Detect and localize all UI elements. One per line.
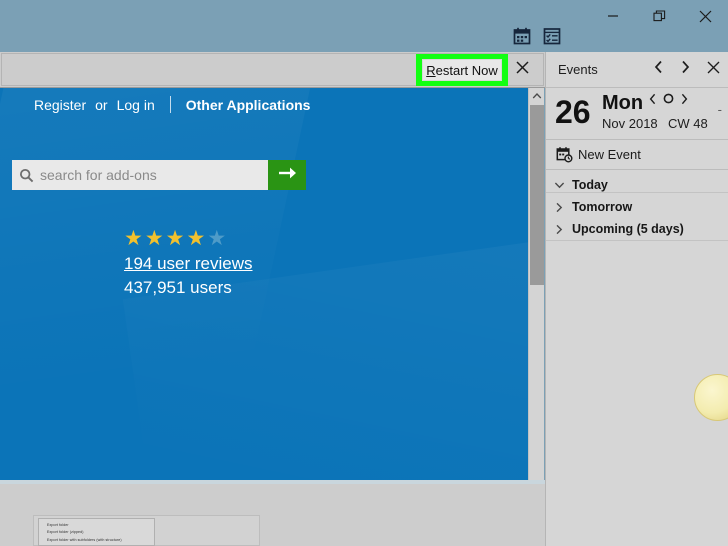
user-reviews-link[interactable]: 194 user reviews [124, 254, 253, 274]
notification-close-button[interactable] [510, 58, 534, 82]
events-header: Events [546, 52, 728, 88]
calendar-icon[interactable] [512, 26, 532, 46]
list-item[interactable]: Export folder (zipped) [47, 529, 152, 536]
chevron-right-icon [680, 60, 690, 79]
events-group-label: Tomorrow [572, 200, 632, 214]
users-count-label: 437,951 users [124, 278, 253, 298]
restart-now-label: estart Now [436, 63, 498, 78]
events-prev-button[interactable] [646, 54, 672, 86]
tasks-icon[interactable] [542, 26, 562, 46]
restore-icon [653, 10, 666, 23]
date-month-year: Nov 2018 [602, 116, 658, 131]
list-item[interactable]: Export folder [47, 522, 152, 529]
search-box[interactable] [12, 160, 268, 190]
register-link[interactable]: Register [34, 97, 86, 113]
new-event-label: New Event [578, 147, 641, 162]
addons-search [12, 160, 306, 190]
date-collapse-button[interactable]: - [718, 102, 722, 117]
search-submit-button[interactable] [268, 160, 306, 190]
app-window: Restart Now Register or Log in Other App… [0, 0, 728, 546]
events-close-button[interactable] [698, 54, 728, 86]
login-link[interactable]: Log in [117, 97, 155, 113]
addons-scrollbar[interactable] [528, 88, 544, 480]
star-empty-icon: ★ [207, 228, 226, 249]
date-day-number: 26 [555, 92, 591, 132]
close-icon [707, 61, 720, 79]
chevron-right-icon [546, 202, 572, 213]
events-group-upcoming[interactable]: Upcoming (5 days) [546, 218, 728, 240]
close-icon [699, 10, 712, 23]
chevron-left-icon [654, 60, 664, 79]
date-day-name: Mon [602, 91, 643, 115]
minimize-icon [607, 10, 619, 22]
nav-divider [170, 96, 171, 113]
addons-panel: Register or Log in Other Applications [0, 88, 528, 480]
events-group-label: Today [572, 178, 608, 192]
export-options-menu[interactable]: Export folder Export folder (zipped) Exp… [38, 518, 155, 546]
date-today-button[interactable] [662, 92, 675, 110]
addons-account-nav: Register or Log in Other Applications [34, 96, 310, 113]
close-icon [516, 61, 529, 79]
other-applications-link[interactable]: Other Applications [186, 97, 311, 113]
star-filled-icon: ★ [186, 228, 205, 249]
chevron-up-icon [532, 87, 542, 105]
restart-now-accesskey: R [426, 63, 435, 78]
new-event-button[interactable]: New Event [546, 140, 728, 170]
events-date-row: 26 Mon Nov 2018 CW 48 - [546, 88, 728, 140]
date-next-button[interactable] [680, 92, 688, 110]
date-prev-button[interactable] [649, 92, 657, 110]
events-group-tomorrow[interactable]: Tomorrow [546, 196, 728, 218]
new-event-calendar-icon [550, 146, 578, 163]
events-sidebar: Events 26 M [545, 52, 728, 546]
ribbon-icon-group [512, 26, 562, 46]
date-calendar-week: CW 48 [668, 116, 708, 131]
decorative-circle [694, 374, 728, 421]
events-group-divider [546, 240, 728, 241]
events-next-button[interactable] [672, 54, 698, 86]
events-group-divider [546, 192, 728, 193]
scrollbar-thumb[interactable] [530, 105, 544, 285]
minimize-button[interactable] [590, 0, 636, 32]
title-bar [0, 0, 728, 52]
events-group-label: Upcoming (5 days) [572, 222, 684, 236]
scroll-up-button[interactable] [529, 88, 544, 104]
arrow-right-icon [277, 165, 297, 186]
star-filled-icon: ★ [145, 228, 164, 249]
search-input[interactable] [40, 167, 268, 183]
restore-button[interactable] [636, 0, 682, 32]
window-edge-strip [0, 480, 545, 484]
list-item[interactable]: Export folder with subfolders (with stru… [47, 537, 152, 544]
star-rating: ★ ★ ★ ★ ★ [124, 228, 253, 249]
chevron-right-icon [546, 224, 572, 235]
nav-or-text: or [95, 97, 107, 113]
events-title: Events [558, 62, 646, 77]
search-icon [12, 168, 40, 183]
window-controls [590, 0, 728, 32]
close-button[interactable] [682, 0, 728, 32]
chevron-down-icon [546, 181, 572, 189]
star-filled-icon: ★ [124, 228, 143, 249]
restart-now-button[interactable]: Restart Now [422, 59, 502, 81]
date-stepper-group [649, 92, 688, 110]
star-filled-icon: ★ [166, 228, 185, 249]
addon-rating-block: ★ ★ ★ ★ ★ 194 user reviews 437,951 users [124, 228, 253, 298]
